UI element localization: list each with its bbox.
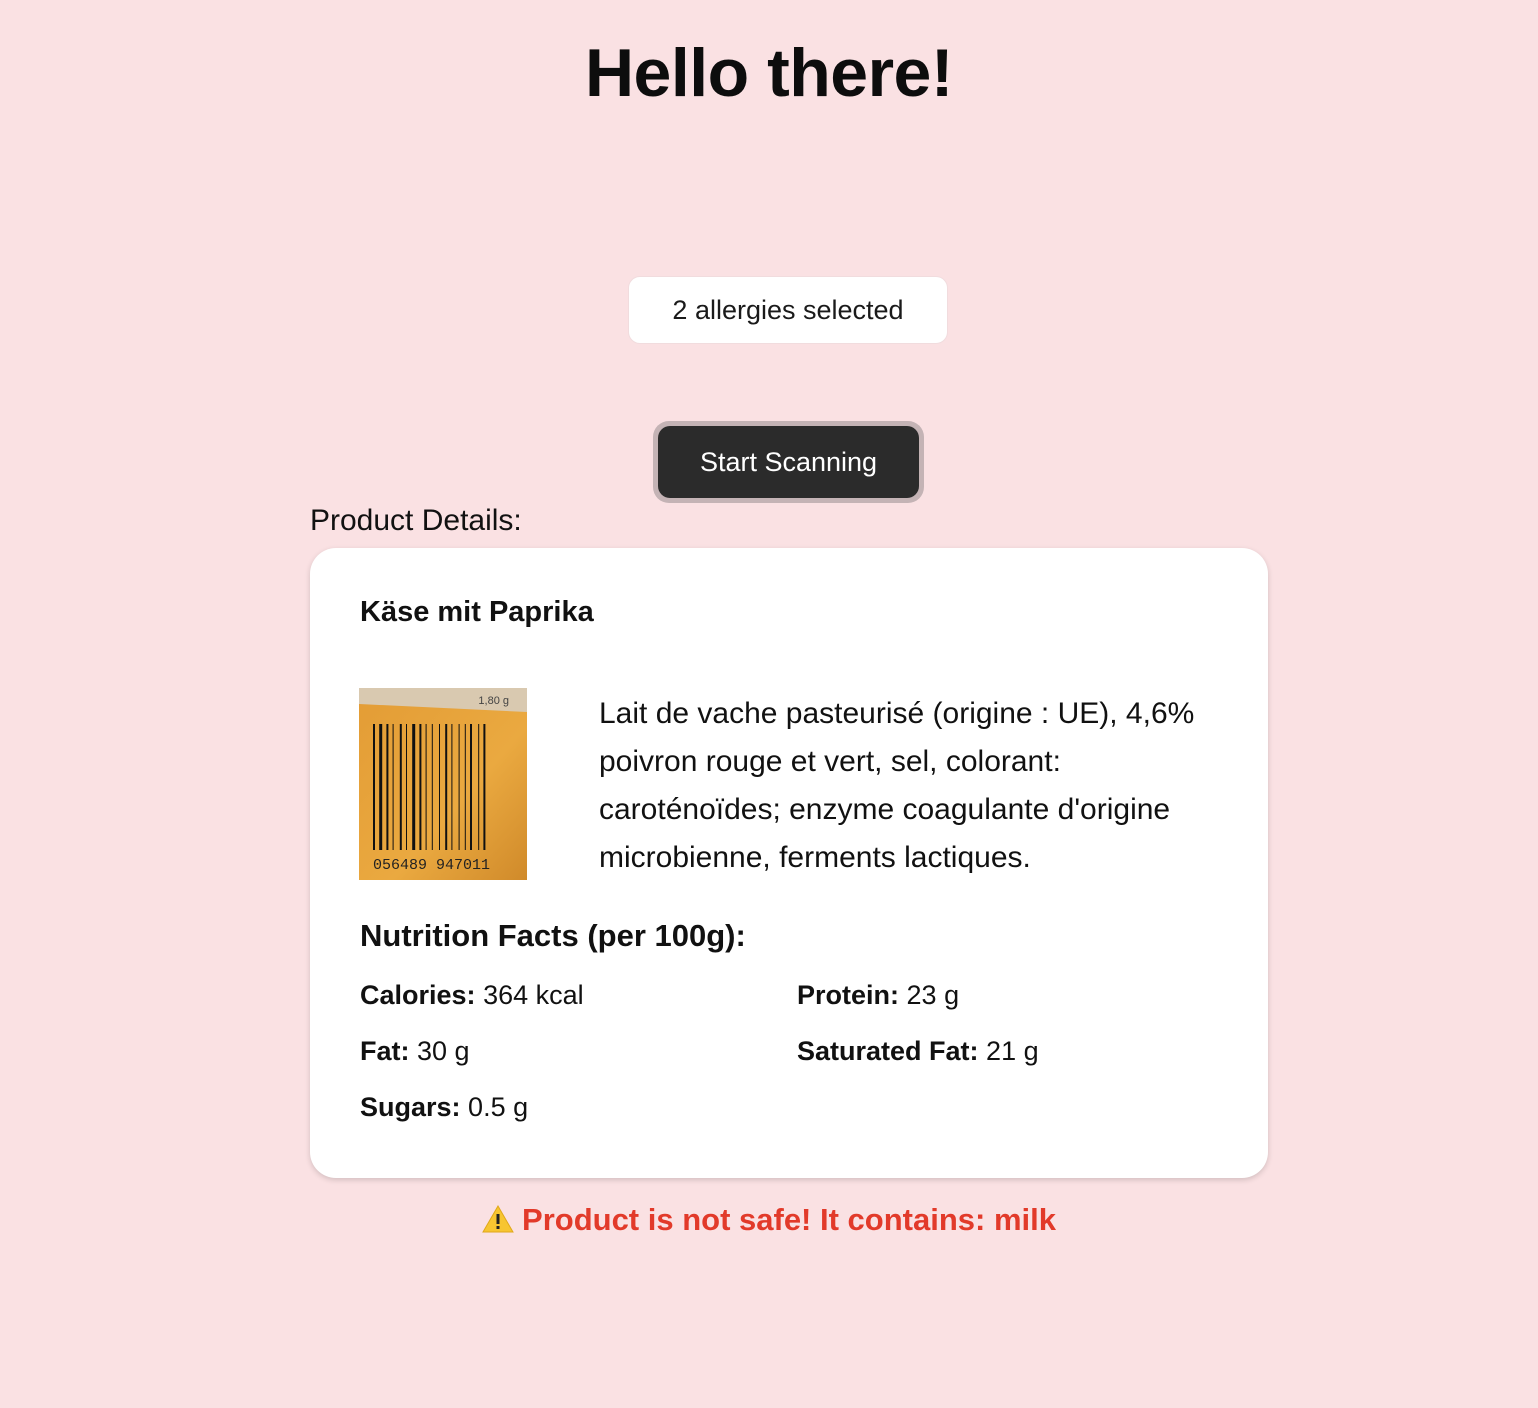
nutrition-item-sugars: Sugars: 0.5 g: [360, 1092, 528, 1123]
barcode-bar: [451, 724, 453, 850]
page-title: Hello there!: [584, 35, 954, 111]
nutrition-label: Protein:: [797, 980, 900, 1010]
nutrition-value: 364 kcal: [483, 980, 584, 1010]
barcode-bar: [392, 724, 394, 850]
barcode-bar: [445, 724, 448, 850]
product-card: Käse mit Paprika 1,80 g 056489 947011 La…: [310, 548, 1268, 1178]
barcode-bar: [464, 724, 466, 850]
nutrition-label: Fat:: [360, 1036, 410, 1066]
barcode-bar: [458, 724, 460, 850]
nutrition-label: Sugars:: [360, 1092, 461, 1122]
barcode-bar: [419, 724, 422, 850]
nutrition-item-calories: Calories: 364 kcal: [360, 980, 584, 1011]
product-name: Käse mit Paprika: [360, 596, 594, 628]
barcode-bar: [399, 724, 402, 850]
barcode-bar: [439, 724, 440, 850]
barcode-bar: [478, 724, 480, 850]
barcode-bar: [431, 724, 433, 850]
warning-text: Product is not safe! It contains: milk: [522, 1202, 1056, 1237]
barcode-bar: [483, 724, 486, 850]
nutrition-item-fat: Fat: 30 g: [360, 1036, 470, 1067]
nutrition-value: 23 g: [906, 980, 960, 1010]
nutrition-title: Nutrition Facts (per 100g):: [360, 918, 746, 953]
product-barcode-image: 1,80 g 056489 947011: [359, 688, 527, 880]
nutrition-value: 30 g: [417, 1036, 470, 1066]
nutrition-item-protein: Protein: 23 g: [797, 980, 959, 1011]
nutrition-value: 0.5 g: [468, 1092, 529, 1122]
warning-icon: [482, 1204, 514, 1241]
safety-warning: Product is not safe! It contains: milk: [0, 1202, 1538, 1241]
barcode-bar: [412, 724, 416, 850]
barcode-bar: [425, 724, 427, 850]
allergies-summary: 2 allergies selected: [672, 294, 904, 325]
nutrition-value: 21 g: [986, 1036, 1039, 1066]
nutrition-label: Saturated Fat:: [797, 1036, 979, 1066]
barcode-bar: [406, 724, 407, 850]
image-barcode-digits: 056489 947011: [373, 857, 490, 874]
barcode-bar: [470, 724, 472, 850]
nutrition-label: Calories:: [360, 980, 476, 1010]
start-scanning-button[interactable]: Start Scanning: [658, 426, 919, 498]
start-scanning-button-focus-ring: Start Scanning: [653, 421, 924, 503]
allergies-selector[interactable]: 2 allergies selected: [628, 276, 948, 344]
product-details-label: Product Details:: [310, 504, 522, 537]
barcode-bar: [379, 724, 383, 850]
product-ingredients: Lait de vache pasteurisé (origine : UE),…: [599, 697, 1195, 874]
barcode-bar: [386, 724, 389, 850]
barcode-bar: [373, 724, 375, 850]
nutrition-item-saturated-fat: Saturated Fat: 21 g: [797, 1036, 1039, 1067]
image-price-text: 1,80 g: [478, 695, 509, 707]
